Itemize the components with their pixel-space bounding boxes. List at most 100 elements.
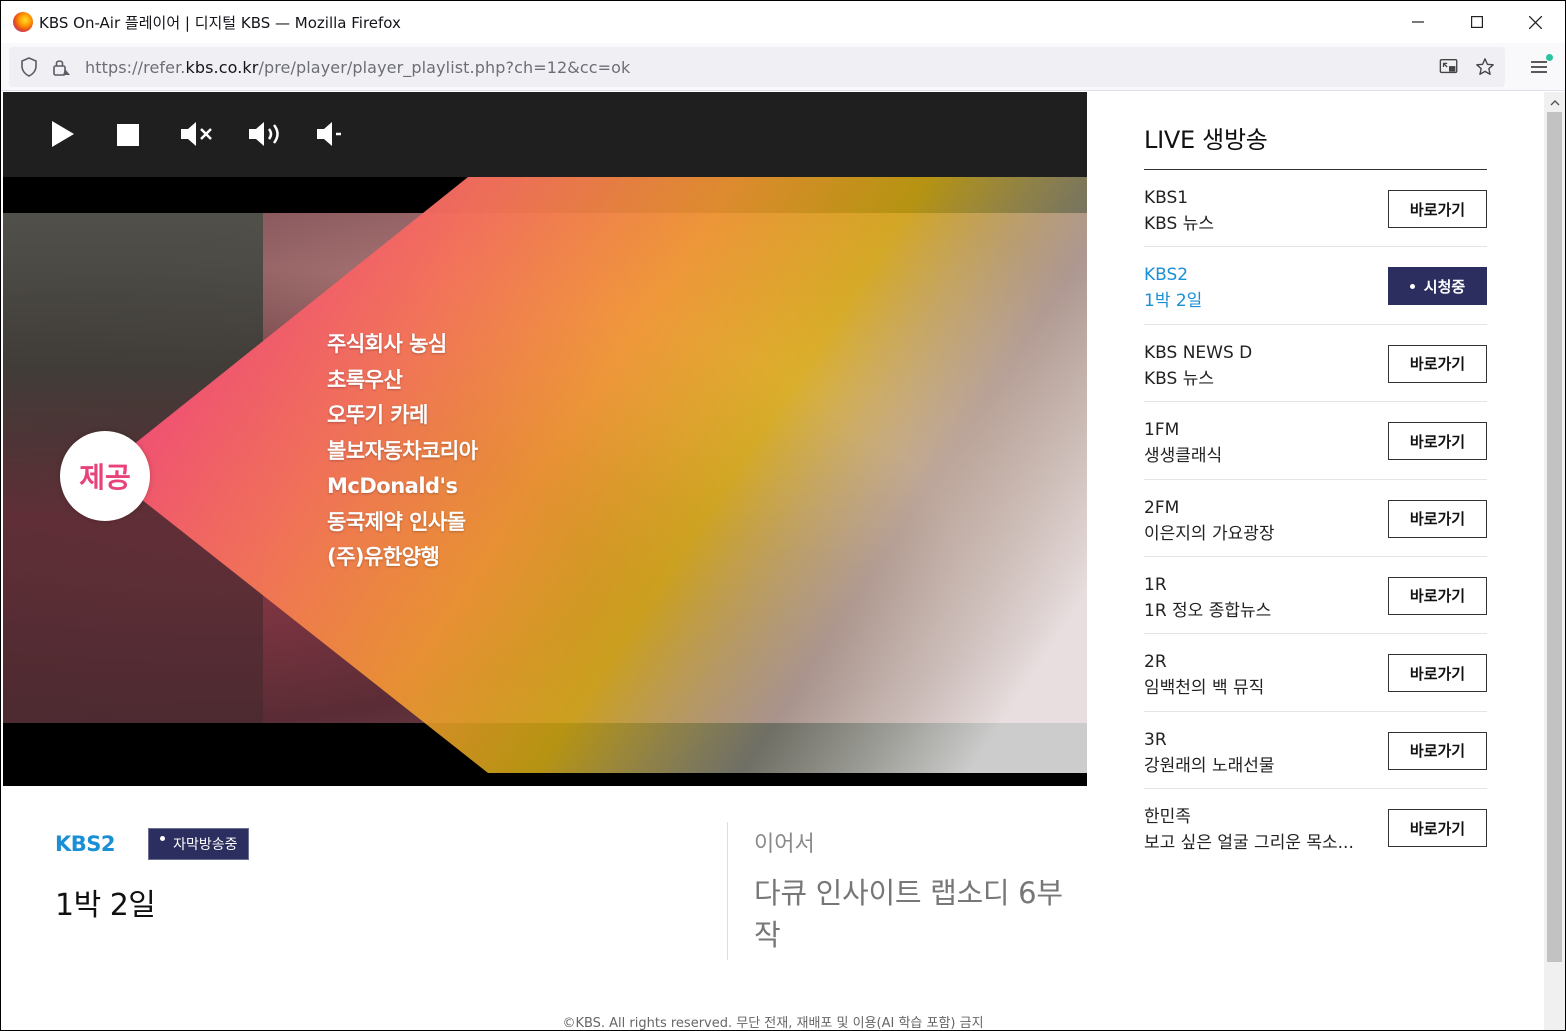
play-icon	[52, 121, 74, 147]
channel-item[interactable]: KBS2 1박 2일 시청중	[1144, 247, 1487, 325]
channel-item[interactable]: 한민족보고 싶은 얼굴 그리운 목소... 바로가기	[1144, 789, 1487, 866]
channel-name: 1R	[1144, 574, 1167, 595]
channel-item[interactable]: 1R 1R 정오 종합뉴스 바로가기	[1144, 557, 1487, 635]
lock-icon[interactable]	[51, 57, 71, 77]
now-playing-info: KBS2 자막방송중 1박 2일 이어서 다큐 인사이트 랩소디 6부작	[3, 786, 1087, 1006]
channel-name: KBS NEWS D	[1144, 342, 1253, 363]
picture-in-picture-icon[interactable]	[1439, 57, 1459, 77]
channel-text: KBS NEWS D KBS 뉴스	[1144, 340, 1364, 392]
channel-text: 2R 임백천의 백 뮤직	[1144, 649, 1364, 701]
mute-button[interactable]	[179, 119, 215, 149]
close-button[interactable]	[1506, 1, 1565, 43]
channel-item[interactable]: KBS1 KBS 뉴스 바로가기	[1144, 170, 1487, 248]
title-bar: KBS On-Air 플레이어 | 디지털 KBS — Mozilla Fire…	[1, 1, 1565, 43]
browser-window: KBS On-Air 플레이어 | 디지털 KBS — Mozilla Fire…	[0, 0, 1566, 1031]
go-button[interactable]: 바로가기	[1388, 422, 1487, 461]
stop-icon	[117, 124, 139, 146]
live-list-title: LIVE 생방송	[1144, 120, 1487, 170]
maximize-icon	[1470, 16, 1483, 28]
channel-program: 강원래의 노래선물	[1144, 755, 1275, 776]
channel-text: 1R 1R 정오 종합뉴스	[1144, 572, 1364, 624]
go-button[interactable]: 바로가기	[1388, 731, 1487, 770]
url-prefix: https://refer.	[85, 57, 186, 77]
volume-down-button[interactable]	[315, 119, 351, 149]
next-program-title: 다큐 인사이트 랩소디 6부작	[754, 876, 1063, 952]
maximize-button[interactable]	[1447, 1, 1506, 43]
channel-item[interactable]: 3R 강원래의 노래선물 바로가기	[1144, 712, 1487, 790]
sponsor-item: McDonald's	[327, 474, 458, 498]
channel-name: 2R	[1144, 652, 1167, 673]
channel-program: 이은지의 가요광장	[1144, 523, 1275, 544]
channel-name: 한민족	[1144, 807, 1191, 828]
channel-program: 임백천의 백 뮤직	[1144, 678, 1265, 699]
sponsor-item: 오뚜기 카레	[327, 403, 428, 427]
url-domain: kbs.co.kr	[185, 57, 259, 77]
channel-name: 1FM	[1144, 420, 1180, 441]
channel-list: KBS1 KBS 뉴스 바로가기 KBS2 1박 2일 시청중 KBS NEWS D KBS …	[1144, 170, 1487, 867]
channel-text: 3R 강원래의 노래선물	[1144, 727, 1364, 779]
channel-text: KBS2 1박 2일	[1144, 262, 1364, 314]
go-button[interactable]: 바로가기	[1388, 344, 1487, 383]
video-frame[interactable]: 제공 주식회사 농심 초록우산 오뚜기 카레 볼보자동차코리아 McDonald…	[3, 177, 1087, 786]
next-label: 이어서	[754, 832, 815, 857]
channel-name: KBS2	[1144, 265, 1189, 286]
go-button[interactable]: 바로가기	[1388, 499, 1487, 538]
watching-button[interactable]: 시청중	[1388, 267, 1487, 306]
channel-item[interactable]: 2R 임백천의 백 뮤직 바로가기	[1144, 634, 1487, 712]
update-indicator-icon	[1546, 54, 1553, 61]
vertical-scrollbar[interactable]	[1544, 92, 1565, 1030]
copyright-footer: ©KBS. All rights reserved. 무단 전재, 재배포 및 …	[562, 1016, 984, 1031]
url-actions	[1439, 47, 1495, 87]
sponsor-list: 주식회사 농심 초록우산 오뚜기 카레 볼보자동차코리아 McDonald's …	[327, 327, 478, 576]
channel-program: KBS 뉴스	[1144, 368, 1214, 389]
channel-program: 생생클래식	[1144, 446, 1223, 467]
go-button[interactable]: 바로가기	[1388, 809, 1487, 848]
scrollbar-thumb[interactable]	[1547, 112, 1562, 962]
volume-down-icon	[317, 122, 341, 146]
channel-text: 2FM 이은지의 가요광장	[1144, 495, 1364, 547]
sponsor-item: 동국제약 인사돌	[327, 509, 466, 534]
channel-program: 보고 싶은 얼굴 그리운 목소...	[1144, 833, 1354, 854]
next-program: 이어서 다큐 인사이트 랩소디 6부작	[754, 826, 1074, 956]
go-button[interactable]: 바로가기	[1388, 190, 1487, 228]
sponsor-badge: 제공	[60, 431, 150, 521]
play-button[interactable]	[47, 119, 83, 149]
volume-up-button[interactable]	[247, 119, 283, 149]
firefox-logo-icon	[13, 12, 33, 32]
sponsor-item: (주)유한양행	[327, 545, 440, 569]
tracking-shield-icon[interactable]	[19, 57, 39, 77]
channel-item[interactable]: KBS NEWS D KBS 뉴스 바로가기	[1144, 325, 1487, 403]
channel-text: KBS1 KBS 뉴스	[1144, 185, 1364, 237]
volume-up-icon	[249, 122, 279, 146]
channel-program: KBS 뉴스	[1144, 214, 1214, 234]
live-channel-list: LIVE 생방송 KBS1 KBS 뉴스 바로가기 KBS2 1박 2일 시청중 KBS N…	[1144, 92, 1487, 867]
mute-icon	[181, 122, 212, 146]
hamburger-menu-icon	[1531, 61, 1547, 73]
sponsor-graphic	[103, 177, 1087, 773]
player-controls	[3, 92, 1087, 177]
info-divider	[727, 822, 728, 960]
url-text[interactable]: https://refer.kbs.co.kr/pre/player/playe…	[85, 58, 630, 77]
go-button[interactable]: 바로가기	[1388, 576, 1487, 615]
channel-name: KBS1	[1144, 188, 1189, 208]
video-player: 제공 주식회사 농심 초록우산 오뚜기 카레 볼보자동차코리아 McDonald…	[3, 92, 1087, 786]
app-menu-button[interactable]	[1527, 54, 1553, 79]
minimize-button[interactable]	[1388, 1, 1447, 43]
sponsor-item: 주식회사 농심	[327, 332, 447, 356]
go-button[interactable]: 바로가기	[1388, 654, 1487, 693]
channel-name: 2FM	[1144, 497, 1180, 518]
url-path: /pre/player/player_playlist.php?ch=12&cc…	[258, 57, 631, 77]
bookmark-star-icon[interactable]	[1475, 57, 1495, 77]
channel-program: 1박 2일	[1144, 291, 1203, 312]
channel-item[interactable]: 1FM 생생클래식 바로가기	[1144, 402, 1487, 480]
page-content: 제공 주식회사 농심 초록우산 오뚜기 카레 볼보자동차코리아 McDonald…	[3, 92, 1543, 1030]
channel-text: 1FM 생생클래식	[1144, 417, 1364, 469]
window-controls	[1388, 1, 1565, 43]
url-bar[interactable]: https://refer.kbs.co.kr/pre/player/playe…	[9, 47, 1505, 87]
current-program: KBS2 자막방송중 1박 2일	[55, 828, 249, 924]
window-title: KBS On-Air 플레이어 | 디지털 KBS — Mozilla Fire…	[39, 13, 401, 32]
scroll-up-arrow-icon[interactable]	[1544, 92, 1565, 112]
stop-button[interactable]	[115, 119, 151, 149]
channel-item[interactable]: 2FM 이은지의 가요광장 바로가기	[1144, 480, 1487, 557]
minimize-icon	[1411, 21, 1424, 23]
